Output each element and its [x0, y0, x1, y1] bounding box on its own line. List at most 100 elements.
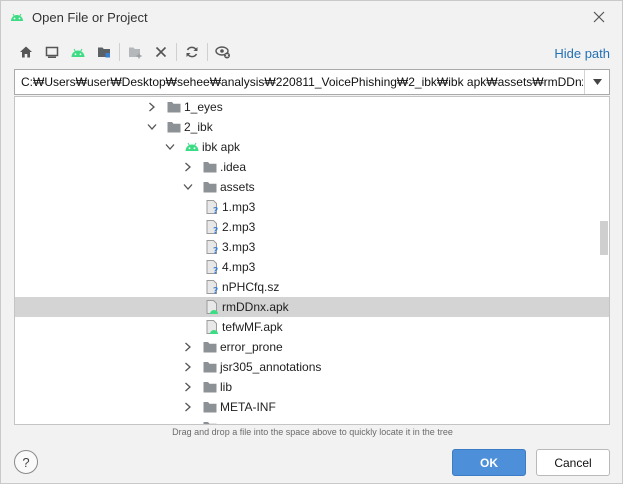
tree-row[interactable]: ? 1.mp3	[15, 197, 609, 217]
folder-icon	[166, 119, 182, 135]
tree-row-label: META-INF	[220, 400, 276, 414]
collapse-arrow-icon[interactable]	[182, 177, 194, 197]
open-file-dialog: Open File or Project Hide path C:₩Users₩…	[0, 0, 623, 484]
tree-row-label: 4.mp3	[222, 260, 256, 274]
path-field	[14, 69, 610, 95]
tree-row[interactable]: ? 4.mp3	[15, 257, 609, 277]
desktop-icon	[45, 46, 59, 58]
tree-row-label: error_prone	[220, 340, 283, 354]
android-icon	[184, 139, 200, 155]
folder-icon	[202, 339, 218, 355]
folder-icon	[202, 379, 218, 395]
apk-file-icon	[204, 299, 220, 315]
drag-drop-hint: Drag and drop a file into the space abov…	[172, 427, 453, 437]
unknown-file-icon: ?	[204, 239, 220, 257]
tree-row[interactable]: ? 3.mp3	[15, 237, 609, 257]
tree-row[interactable]: ? 2.mp3	[15, 217, 609, 237]
toolbar-separator	[119, 43, 120, 61]
folder-icon	[202, 179, 218, 195]
path-history-dropdown[interactable]	[584, 70, 609, 94]
show-hidden-button[interactable]	[212, 41, 234, 63]
expand-arrow-icon[interactable]	[182, 337, 194, 357]
unknown-file-icon: ?	[204, 199, 220, 217]
collapse-arrow-icon[interactable]	[164, 137, 176, 157]
tree-row-label: ibk apk	[202, 140, 241, 154]
path-input[interactable]	[15, 70, 583, 94]
tree-row[interactable]: tefwMF.apk	[15, 317, 609, 337]
svg-text:?: ?	[213, 207, 218, 216]
expand-arrow-icon[interactable]	[182, 377, 194, 397]
title-bar: Open File or Project	[1, 1, 622, 33]
module-folder-icon	[98, 47, 110, 58]
folder-icon	[202, 419, 218, 424]
module-button[interactable]	[93, 41, 115, 63]
dialog-title: Open File or Project	[32, 10, 148, 25]
unknown-file-icon: ?	[204, 279, 220, 297]
tree-row[interactable]: assets	[15, 177, 609, 197]
new-folder-icon	[129, 47, 142, 59]
expand-arrow-icon[interactable]	[146, 97, 158, 117]
tree-scrollbar[interactable]	[600, 221, 608, 255]
tree-row[interactable]	[15, 417, 609, 424]
tree-row-label: nPHCfq.sz	[222, 280, 280, 294]
home-button[interactable]	[15, 41, 37, 63]
ok-button[interactable]: OK	[452, 449, 526, 476]
folder-icon	[166, 99, 182, 115]
toolbar	[15, 41, 238, 63]
home-icon	[20, 46, 32, 58]
file-tree[interactable]: META-INF lib jsr305_annotations error_prone…	[14, 96, 610, 425]
tree-row-label: rmDDnx.apk	[222, 300, 289, 314]
tree-row[interactable]: jsr305_annotations	[15, 357, 609, 377]
folder-icon	[202, 159, 218, 175]
tree-row-label: 2.mp3	[222, 220, 256, 234]
svg-text:?: ?	[213, 267, 218, 276]
collapse-arrow-icon[interactable]	[146, 117, 158, 137]
tree-row-label: assets	[220, 180, 255, 194]
tree-row-label: tefwMF.apk	[222, 320, 283, 334]
help-button[interactable]: ?	[14, 450, 38, 474]
tree-row[interactable]: ? nPHCfq.sz	[15, 277, 609, 297]
tree-row-label: 3.mp3	[222, 240, 256, 254]
delete-button[interactable]	[150, 41, 172, 63]
tree-row-label: 2_ibk	[184, 120, 213, 134]
tree-row-label: lib	[220, 380, 233, 394]
svg-text:?: ?	[213, 247, 218, 256]
hide-path-link[interactable]: Hide path	[554, 46, 610, 61]
unknown-file-icon: ?	[204, 259, 220, 277]
refresh-icon	[186, 46, 198, 58]
new-folder-button[interactable]	[124, 41, 146, 63]
tree-row[interactable]: ibk apk	[15, 137, 609, 157]
folder-icon	[202, 359, 218, 375]
desktop-button[interactable]	[41, 41, 63, 63]
toolbar-separator	[207, 43, 208, 61]
tree-row[interactable]: rmDDnx.apk	[15, 297, 609, 317]
android-project-icon	[71, 48, 85, 57]
expand-arrow-icon[interactable]	[182, 357, 194, 377]
chevron-down-icon	[592, 79, 602, 85]
tree-row[interactable]: 2_ibk	[15, 117, 609, 137]
unknown-file-icon: ?	[204, 219, 220, 237]
cancel-button[interactable]: Cancel	[536, 449, 610, 476]
svg-text:?: ?	[213, 227, 218, 236]
tree-row-label: 1_eyes	[184, 100, 223, 114]
tree-row[interactable]: .idea	[15, 157, 609, 177]
tree-row[interactable]: 1_eyes	[15, 97, 609, 117]
project-button[interactable]	[67, 41, 89, 63]
tree-row-label: jsr305_annotations	[220, 360, 322, 374]
tree-row-label: 1.mp3	[222, 200, 256, 214]
delete-icon	[155, 46, 167, 58]
android-icon	[9, 9, 25, 25]
refresh-button[interactable]	[181, 41, 203, 63]
expand-arrow-icon[interactable]	[182, 157, 194, 177]
tree-row[interactable]: error_prone	[15, 337, 609, 357]
tree-row[interactable]: lib	[15, 377, 609, 397]
toolbar-separator	[176, 43, 177, 61]
tree-row-label: .idea	[220, 160, 247, 174]
apk-file-icon	[204, 319, 220, 335]
folder-icon	[202, 399, 218, 415]
close-icon	[593, 11, 605, 23]
tree-row[interactable]: META-INF	[15, 397, 609, 417]
close-button[interactable]	[589, 7, 609, 27]
show-hidden-icon	[215, 46, 230, 59]
expand-arrow-icon[interactable]	[182, 397, 194, 417]
